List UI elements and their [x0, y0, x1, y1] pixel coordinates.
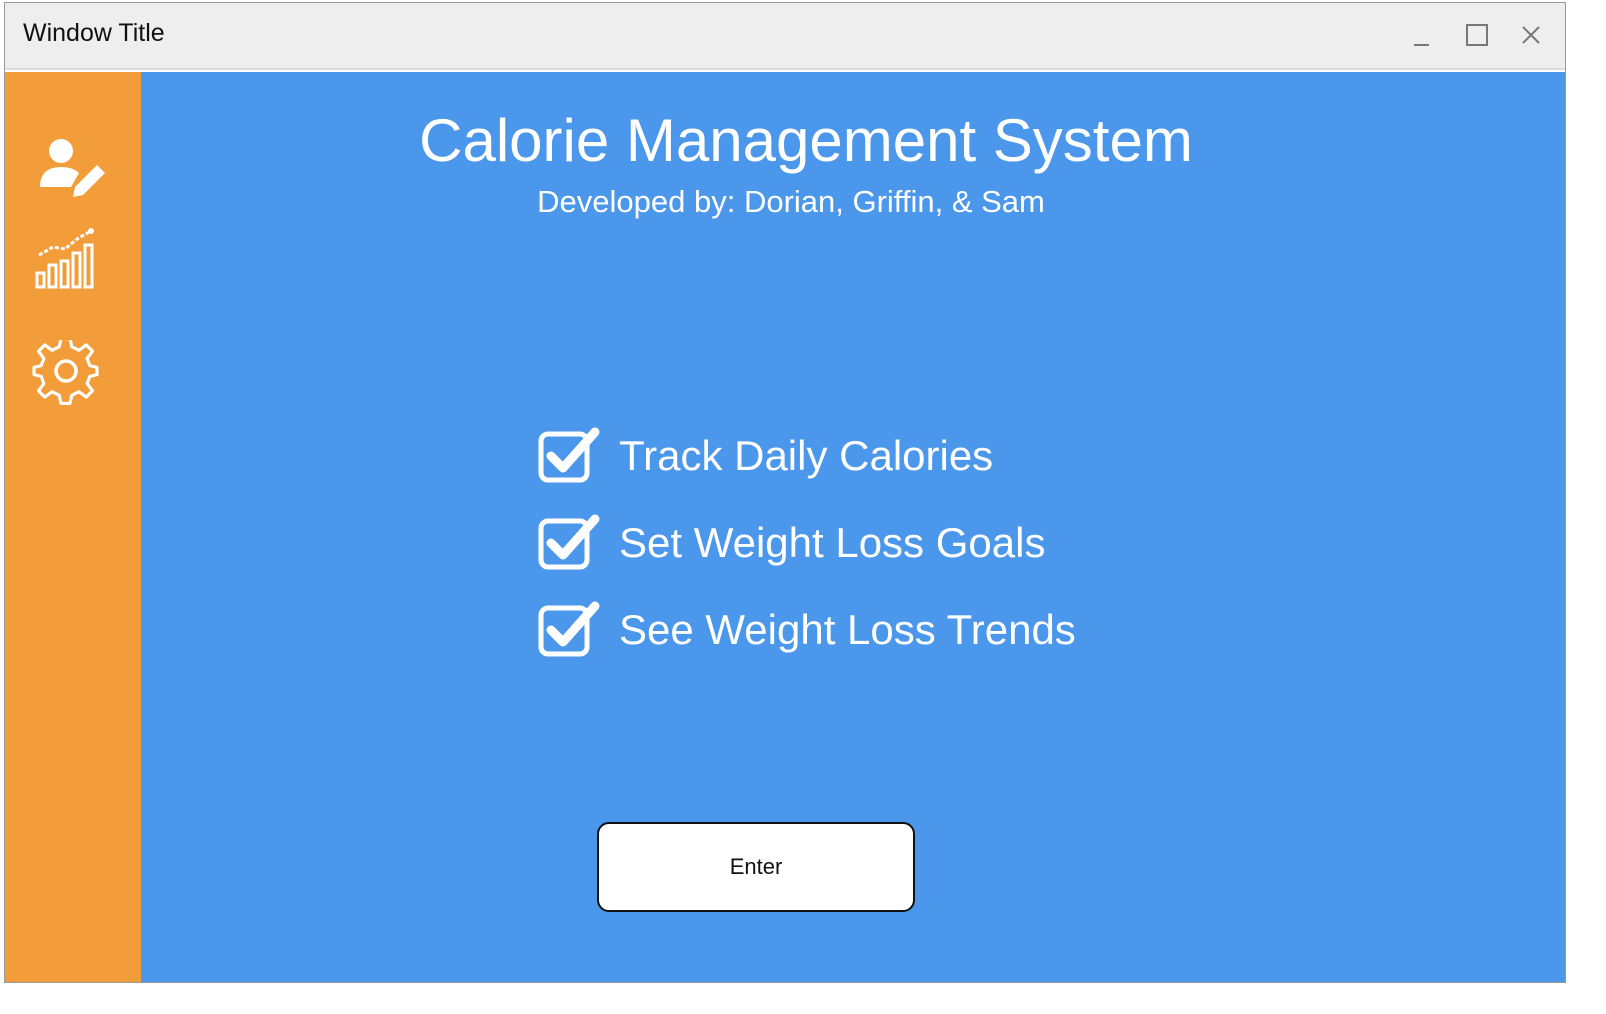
feature-label: See Weight Loss Trends: [619, 605, 1076, 653]
close-button[interactable]: [1511, 17, 1551, 53]
close-icon: [1522, 26, 1540, 44]
maximize-button[interactable]: [1457, 17, 1497, 53]
title-bar[interactable]: Window Title: [5, 3, 1565, 70]
feature-label: Track Daily Calories: [619, 431, 994, 479]
checkbox-checked-icon: [538, 601, 600, 656]
chart-icon[interactable]: [31, 225, 101, 295]
app-window: Window Title Calorie Management System D…: [4, 2, 1566, 983]
app-title: Calorie Management System: [419, 107, 1193, 174]
feature-item: Track Daily Calories: [537, 412, 1237, 499]
checkbox-checked-icon: [538, 427, 600, 482]
feature-item: Set Weight Loss Goals: [537, 499, 1237, 586]
minimize-button[interactable]: [1402, 17, 1442, 53]
gear-icon[interactable]: [31, 337, 101, 410]
app-subtitle: Developed by: Dorian, Griffin, & Sam: [537, 184, 1045, 219]
user-edit-icon[interactable]: [35, 135, 105, 205]
window-title: Window Title: [23, 19, 165, 47]
feature-item: See Weight Loss Trends: [537, 586, 1237, 673]
main-panel: Calorie Management System Developed by: …: [141, 72, 1565, 982]
enter-button[interactable]: Enter: [597, 822, 915, 912]
maximize-icon: [1466, 24, 1488, 46]
feature-label: Set Weight Loss Goals: [619, 518, 1046, 566]
sidebar: [5, 72, 141, 982]
feature-list: Track Daily Calories Set Weight Loss Goa…: [537, 412, 1237, 673]
minimize-icon: [1414, 44, 1429, 46]
checkbox-checked-icon: [538, 514, 600, 569]
